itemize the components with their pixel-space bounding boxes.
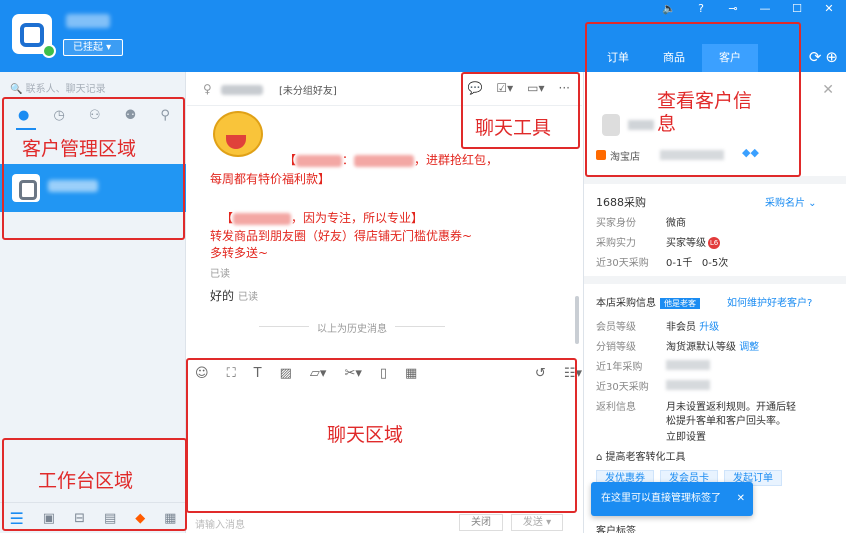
search-input[interactable]: 🔍 联系人、聊天记录 xyxy=(10,80,106,95)
minimize-icon[interactable]: — xyxy=(758,2,772,15)
status-dropdown[interactable]: 已挂起 ▾ xyxy=(63,39,123,56)
bulb-icon: ♀ xyxy=(203,82,212,96)
add-icon[interactable]: ⊕ xyxy=(825,48,838,66)
dist-value: 淘货源默认等级 调整 xyxy=(666,342,760,353)
help-icon[interactable]: ? xyxy=(694,2,708,15)
close-panel-icon[interactable]: ✕ xyxy=(822,82,834,98)
rebate-link[interactable]: 立即设置 xyxy=(666,428,706,443)
read-status: 已读 xyxy=(210,269,230,280)
member-label: 会员等级 xyxy=(596,322,636,333)
message-line: 每周都有特价福利款】 xyxy=(210,172,331,186)
input-hint: 请输入消息 xyxy=(195,520,245,531)
message-line: 【：，进群抢红包， xyxy=(284,153,499,167)
purchase-card-link[interactable]: 采购名片 ⌄ xyxy=(765,194,817,209)
maximize-icon[interactable]: ☐ xyxy=(790,2,804,15)
rebate-label: 返利信息 xyxy=(596,402,636,413)
chat-footer: 请输入消息 关闭 发送 ▾ xyxy=(187,512,582,533)
annotation-label: 聊天工具 xyxy=(475,117,552,139)
pin-icon[interactable]: ⊸ xyxy=(726,2,740,15)
annotation-label: 客户管理区域 xyxy=(22,138,137,160)
recent-value: 0-1千 0-5次 xyxy=(666,258,729,269)
scrollbar[interactable] xyxy=(575,296,579,344)
annotation-label: 工作台区域 xyxy=(38,470,134,492)
tools-title: ⌂ 提高老客转化工具 xyxy=(596,452,686,463)
level-badge-icon: L6 xyxy=(708,237,720,249)
message-plain: 好的 已读 xyxy=(210,289,259,303)
window-controls: 🔈 ? ⊸ — ☐ ✕ xyxy=(662,2,836,15)
store-info: 本店采购信息 他是老客 xyxy=(596,294,700,309)
group-label: [未分组好友] xyxy=(279,86,337,97)
logo-face-icon xyxy=(20,23,44,47)
recent-label: 近30天采购 xyxy=(596,258,649,269)
year-value-blurred xyxy=(666,360,710,370)
month-label: 近30天采购 xyxy=(596,382,649,393)
tag-tip: 在这里可以直接管理标签了 ✕ xyxy=(591,482,753,516)
dist-label: 分销等级 xyxy=(596,342,636,353)
chat-contact-blurred xyxy=(221,85,263,95)
rebate-text: 松提升客单和客户回头率。 xyxy=(666,416,786,427)
buyer-label: 买家身份 xyxy=(596,218,636,229)
close-icon[interactable]: ✕ xyxy=(822,2,836,15)
month-value-blurred xyxy=(666,380,710,390)
year-label: 近1年采购 xyxy=(596,362,643,373)
emoji-sticker xyxy=(213,111,263,157)
app-logo xyxy=(12,14,56,58)
send-button[interactable]: 发送 ▾ xyxy=(511,514,563,531)
history-divider: 以上为历史消息 xyxy=(259,320,445,335)
message-line: 【，因为专注，所以专业】 xyxy=(221,211,424,225)
rebate-text: 月未设置返利规则。开通后轻 xyxy=(666,402,796,413)
user-name-blurred xyxy=(66,14,110,28)
annotation-label: 查看客户信息 xyxy=(657,90,753,135)
message-line: 转发商品到朋友圈（好友）得店铺无门槛优惠券~ xyxy=(210,229,473,243)
retain-link[interactable]: 如何维护好老客户? xyxy=(727,294,812,309)
message-line: 多转多送~ xyxy=(210,246,269,260)
strength-value: 买家等级 L6 xyxy=(666,237,720,249)
sound-icon[interactable]: 🔈 xyxy=(662,2,676,15)
buyer-value: 微商 xyxy=(666,218,686,229)
member-value: 非会员 升级 xyxy=(666,322,720,333)
divider xyxy=(584,276,846,284)
annotation-customer-mgmt xyxy=(2,97,185,240)
purchase-title: 1688采购 xyxy=(596,196,646,209)
header-actions: ⟳ ⊕ xyxy=(809,48,838,66)
tags-title: 客户标签 xyxy=(596,526,636,533)
tip-close-icon[interactable]: ✕ xyxy=(737,482,745,516)
annotation-label: 聊天区域 xyxy=(327,424,404,446)
close-button[interactable]: 关闭 xyxy=(459,514,503,531)
divider xyxy=(584,176,846,184)
strength-label: 采购实力 xyxy=(596,238,636,249)
online-badge-icon xyxy=(42,44,56,58)
refresh-icon[interactable]: ⟳ xyxy=(809,48,822,66)
